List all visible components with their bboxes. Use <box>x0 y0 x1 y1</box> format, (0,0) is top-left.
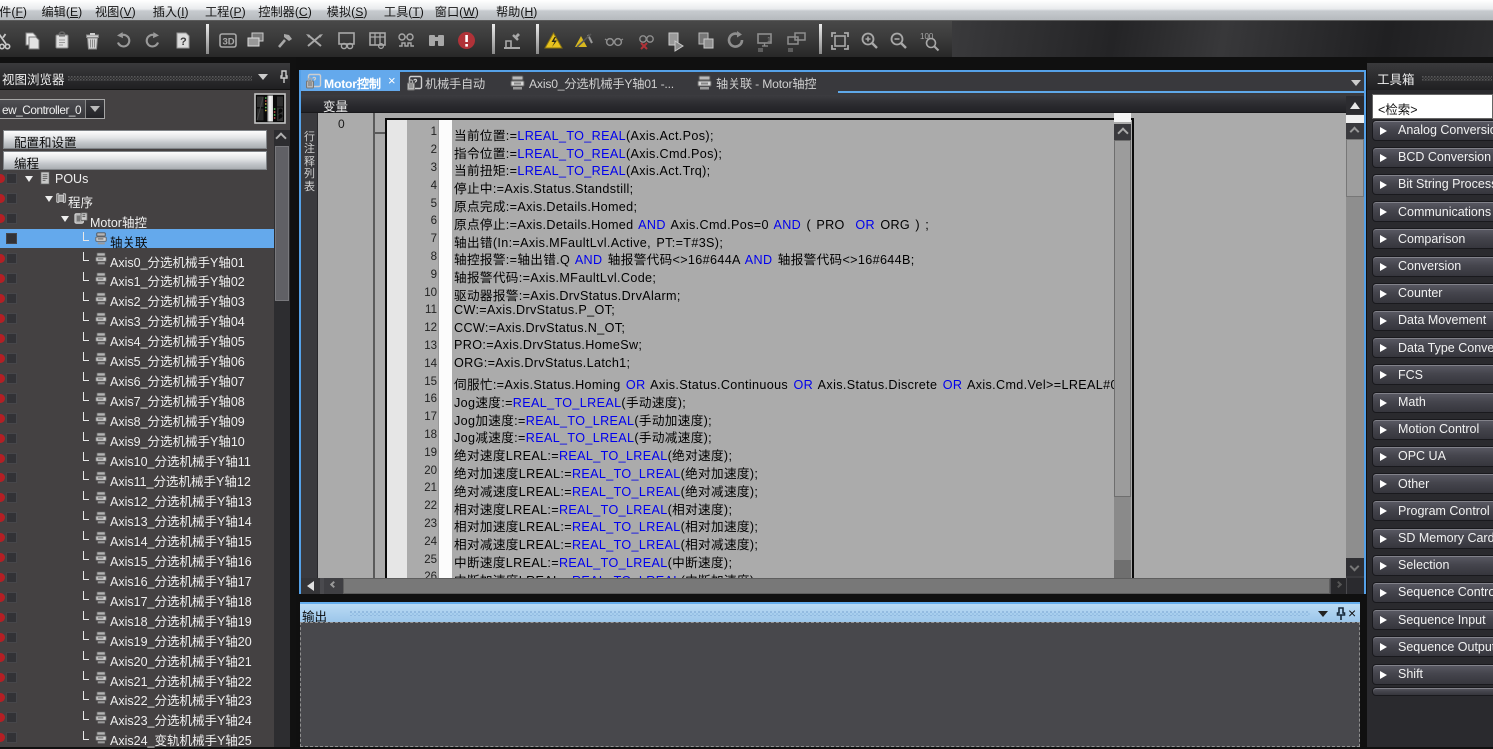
svg-text:1: 1 <box>767 37 771 44</box>
svg-text:?: ? <box>180 36 187 48</box>
svg-text:3D: 3D <box>223 37 235 48</box>
